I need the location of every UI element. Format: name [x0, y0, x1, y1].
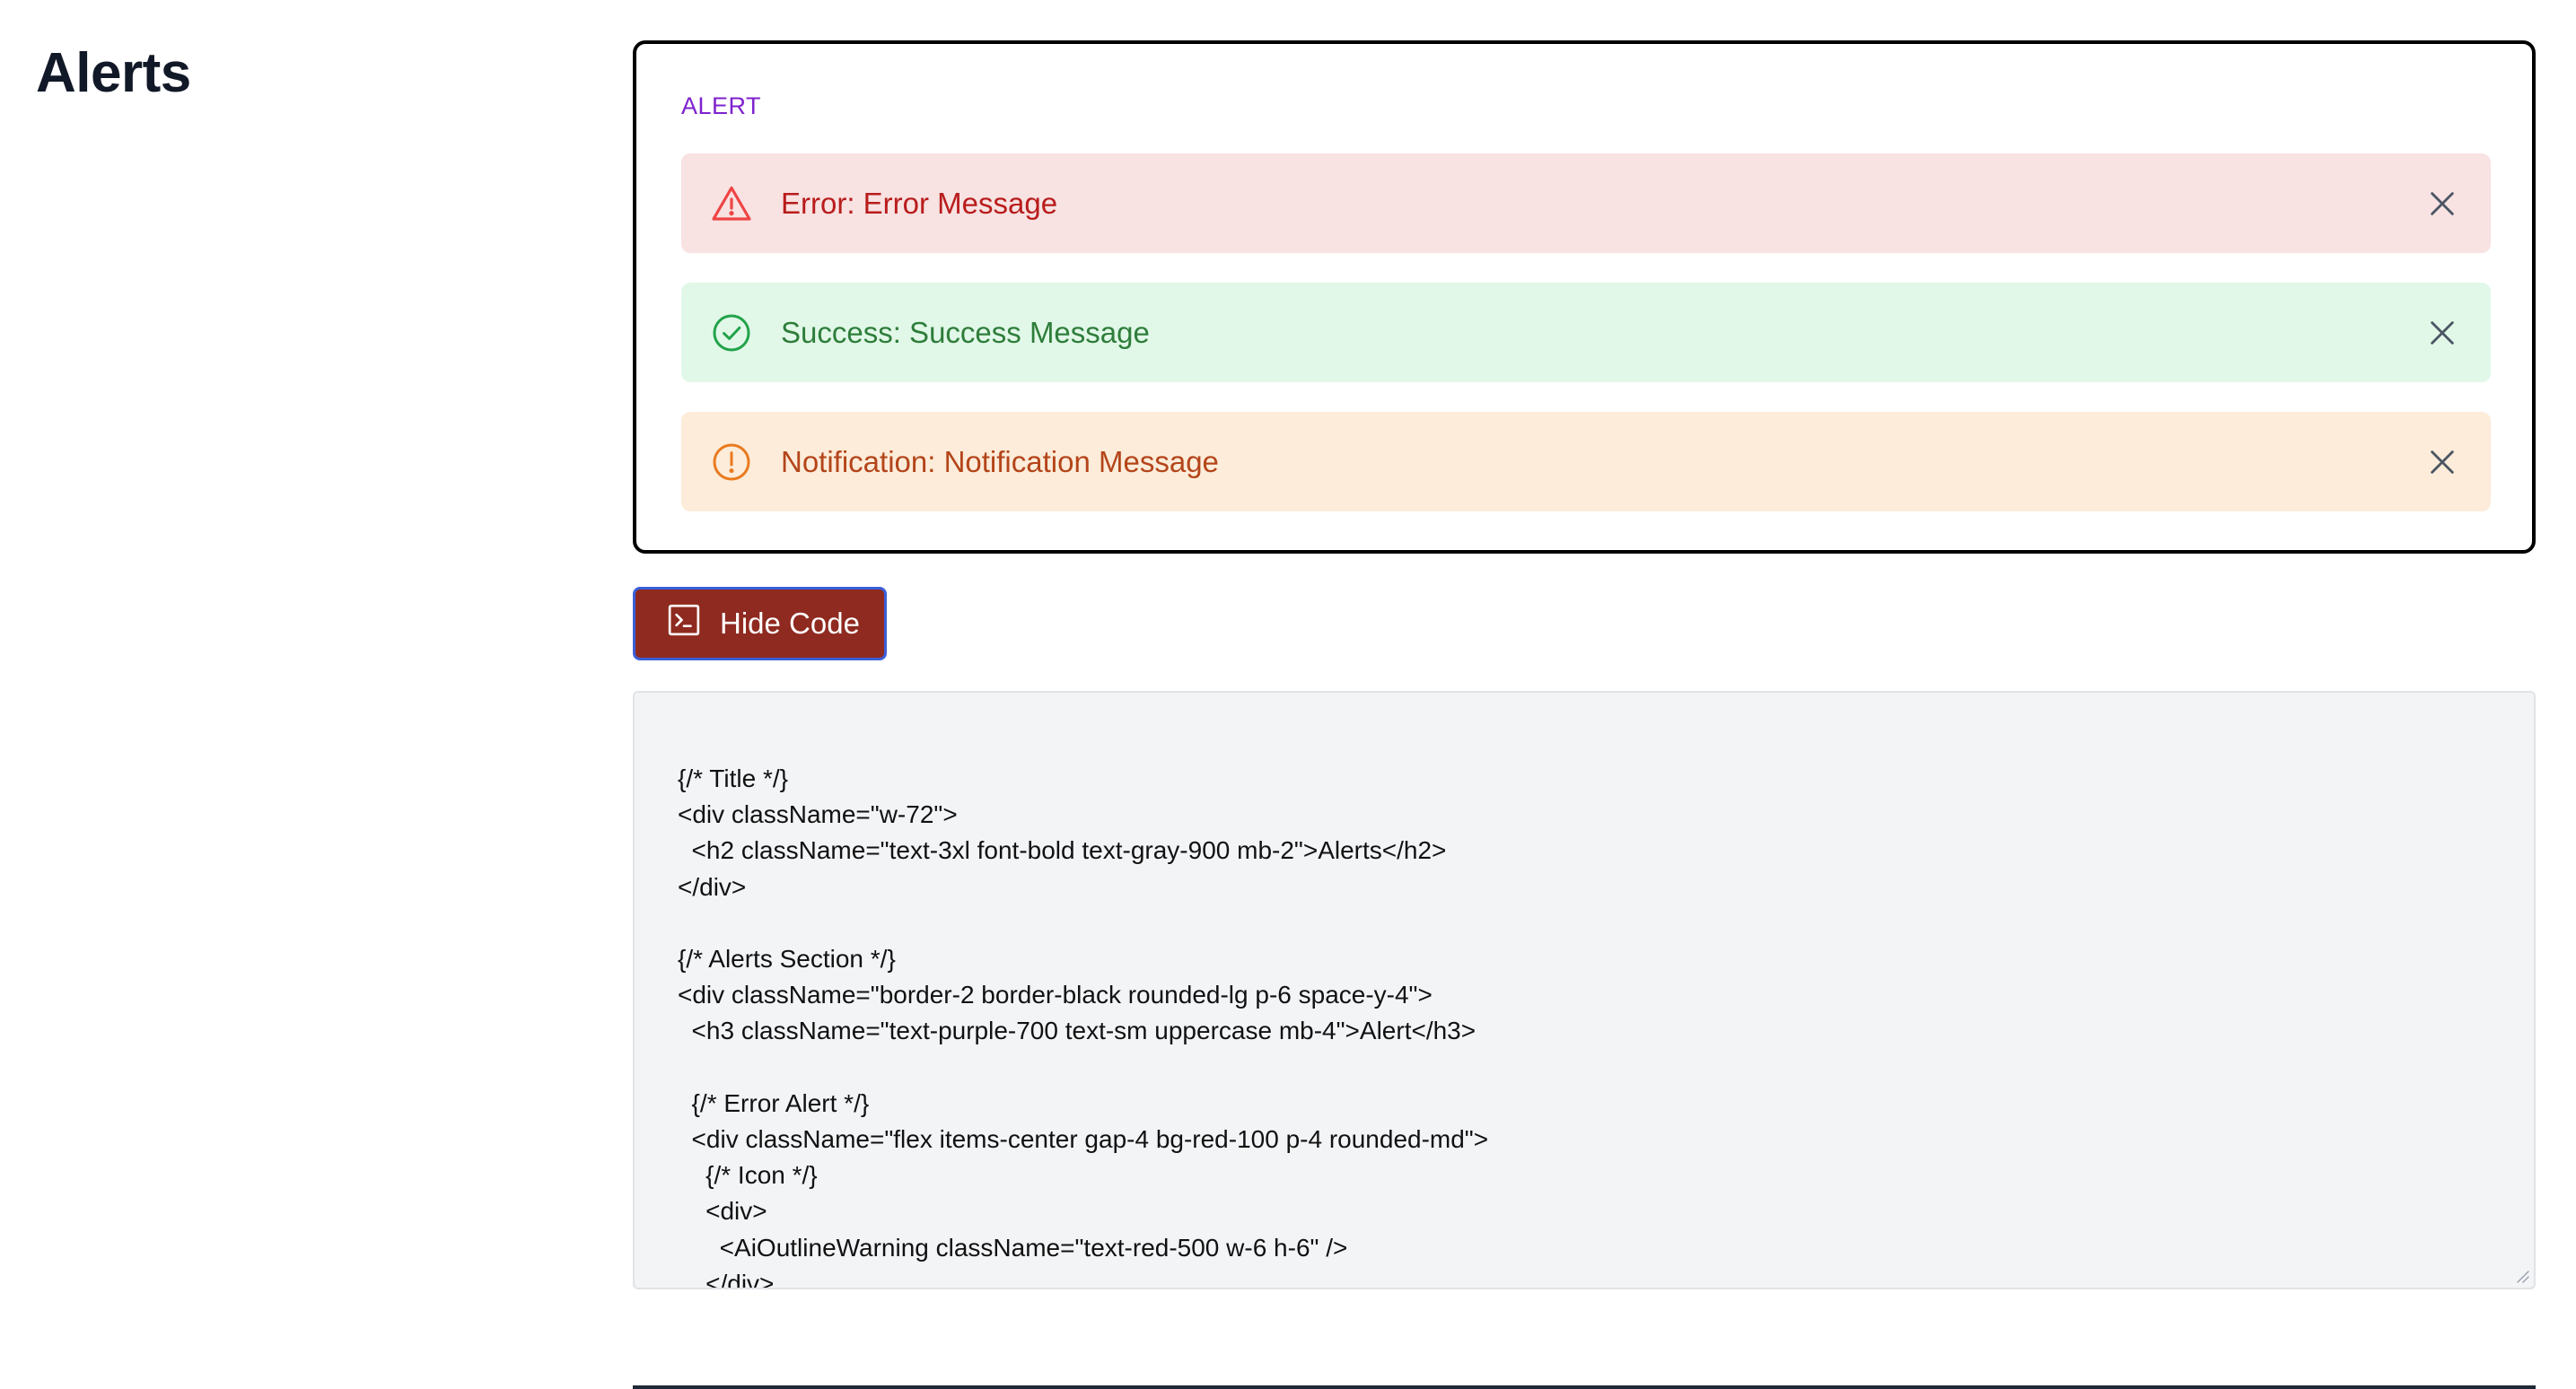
exclamation-circle-icon [710, 441, 753, 484]
warning-triangle-icon [710, 182, 753, 225]
hide-code-label: Hide Code [720, 607, 860, 640]
code-content: {/* Title */} <div className="w-72"> <h2… [678, 764, 1489, 1289]
success-alert-text: Success: Success Message [781, 315, 1150, 349]
close-icon[interactable] [2424, 444, 2460, 480]
resize-handle-icon[interactable] [2514, 1268, 2530, 1284]
code-textarea[interactable]: {/* Title */} <div className="w-72"> <h2… [633, 691, 2536, 1289]
error-alert-text: Error: Error Message [781, 186, 1058, 220]
close-icon[interactable] [2424, 315, 2460, 351]
check-circle-icon [710, 311, 753, 354]
error-alert: Error: Error Message [681, 153, 2491, 253]
page-title: Alerts [36, 42, 191, 104]
notification-alert-text: Notification: Notification Message [781, 444, 1219, 478]
divider [633, 1385, 2536, 1389]
hide-code-button[interactable]: Hide Code [633, 587, 887, 660]
terminal-icon [666, 602, 702, 645]
alerts-section: ALERT Error: Error Message Success: Succ [633, 40, 2536, 554]
close-icon[interactable] [2424, 186, 2460, 222]
notification-alert: Notification: Notification Message [681, 412, 2491, 511]
success-alert: Success: Success Message [681, 283, 2491, 382]
section-heading: ALERT [681, 92, 762, 119]
